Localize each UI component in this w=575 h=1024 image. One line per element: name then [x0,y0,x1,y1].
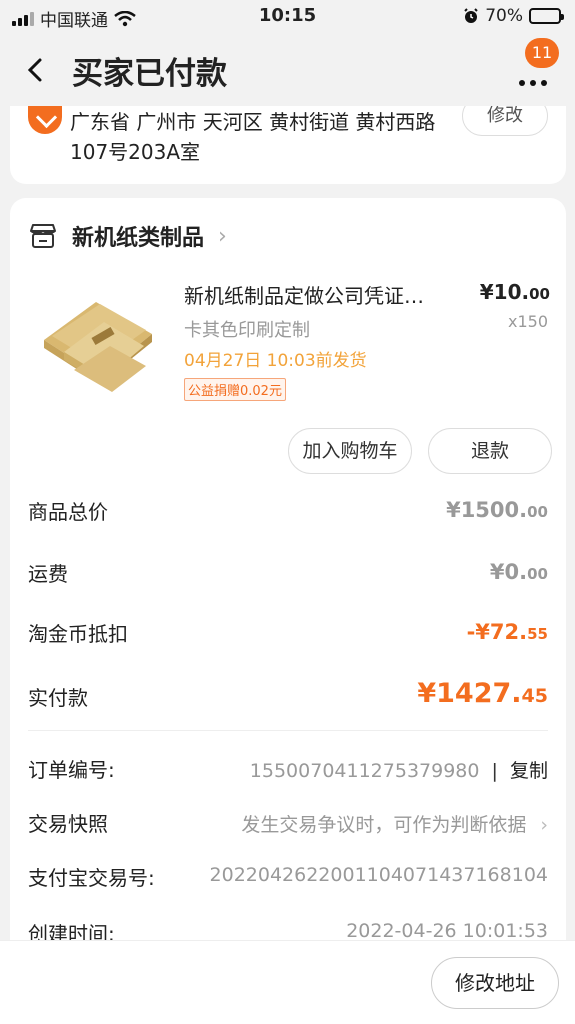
divider [28,730,548,731]
battery-icon [529,8,564,24]
nav-header: 买家已付款 11 [0,34,575,106]
page-title: 买家已付款 [72,56,227,92]
bottom-bar: 修改地址 [0,940,575,1024]
address-line-1: 广东省 广州市 天河区 黄村街道 黄村西路 [70,110,436,134]
order-number-value: 1550070411275379980 | 复制 [249,760,548,782]
product-name[interactable]: 新机纸制品定做公司凭证… [184,280,456,309]
product-spec: 卡其色印刷定制 [184,320,310,341]
chevron-right-icon: › [218,223,227,249]
chevron-right-icon: › [540,814,548,836]
shop-icon [30,224,56,248]
coin-deduct-value: -¥72.55 [466,620,548,644]
coin-deduct-label: 淘金币抵扣 [28,622,128,646]
status-right: 70% [463,6,564,26]
created-time-value: 2022-04-26 10:01:53 [346,920,548,942]
alipay-number: 2022042622001104071437168104 [209,864,548,886]
total-price-label: 商品总价 [28,500,108,524]
shop-name: 新机纸类制品 [72,226,205,251]
snapshot-label: 交易快照 [28,812,108,836]
total-price-value: ¥1500.00 [446,498,548,522]
shipping-label: 运费 [28,562,68,586]
back-arrow-icon[interactable] [22,50,52,90]
address-card: 广东省 广州市 天河区 黄村街道 黄村西路 107号203A室 修改 [10,106,566,184]
add-to-cart-button[interactable]: 加入购物车 [288,428,412,474]
order-number-label: 订单编号: [28,758,115,782]
alarm-icon [464,8,478,23]
status-bar: 中国联通 10:15 70% [0,0,575,34]
notification-badge: 11 [525,38,559,68]
order-number: 1550070411275379980 [249,760,480,782]
ship-time: 04月27日 10:03前发货 [184,351,367,371]
order-card: 新机纸类制品 › 新机纸制品定做公司凭证… ¥10.00 卡其色印刷定制 x15… [10,198,566,958]
alipay-label: 支付宝交易号: [28,866,155,890]
product-quantity: x150 [507,312,548,331]
charity-tag: 公益捐赠0.02元 [184,378,286,401]
location-pin-icon [28,106,62,134]
paid-amount-label: 实付款 [28,686,88,710]
product-price: ¥10.00 [479,280,550,304]
edit-address-button[interactable]: 修改 [462,106,548,136]
product-thumbnail[interactable] [34,280,162,396]
paid-amount-value: ¥1427.45 [417,678,548,709]
refund-button[interactable]: 退款 [428,428,552,474]
more-dots-icon [519,80,547,86]
copy-button[interactable]: 复制 [510,760,548,782]
shop-header[interactable]: 新机纸类制品 › [28,220,227,252]
shipping-value: ¥0.00 [489,560,548,584]
address-line-2: 107号203A室 [70,140,201,164]
snapshot-value: 发生交易争议时，可作为判断依据 › [241,814,548,836]
modify-address-button[interactable]: 修改地址 [431,957,559,1009]
battery-percent: 70% [485,6,523,26]
